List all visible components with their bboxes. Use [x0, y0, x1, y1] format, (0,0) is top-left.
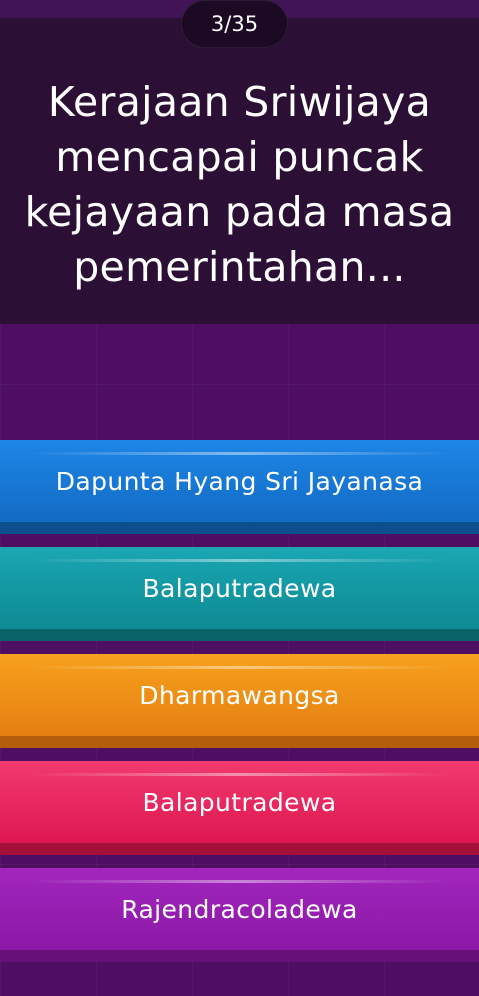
answer-shine	[30, 773, 449, 776]
question-panel: Kerajaan Sriwijaya mencapai puncak kejay…	[0, 18, 479, 324]
answer-label: Balaputradewa	[142, 573, 337, 603]
answer-option-3[interactable]: Dharmawangsa	[0, 654, 479, 748]
answer-label: Dapunta Hyang Sri Jayanasa	[55, 466, 424, 496]
answer-label: Rajendracoladewa	[121, 894, 358, 924]
answer-shine	[30, 452, 449, 455]
question-text: Kerajaan Sriwijaya mencapai puncak kejay…	[24, 78, 455, 291]
answer-option-5[interactable]: Rajendracoladewa	[0, 868, 479, 962]
answer-shine	[30, 880, 449, 883]
answer-option-4[interactable]: Balaputradewa	[0, 761, 479, 855]
answer-shine	[30, 666, 449, 669]
question-counter: 3/35	[181, 0, 288, 48]
question-counter-text: 3/35	[210, 12, 259, 36]
answer-label: Dharmawangsa	[139, 680, 340, 710]
answer-shine	[30, 559, 449, 562]
answer-option-1[interactable]: Dapunta Hyang Sri Jayanasa	[0, 440, 479, 534]
answer-option-2[interactable]: Balaputradewa	[0, 547, 479, 641]
answer-label: Balaputradewa	[142, 787, 337, 817]
